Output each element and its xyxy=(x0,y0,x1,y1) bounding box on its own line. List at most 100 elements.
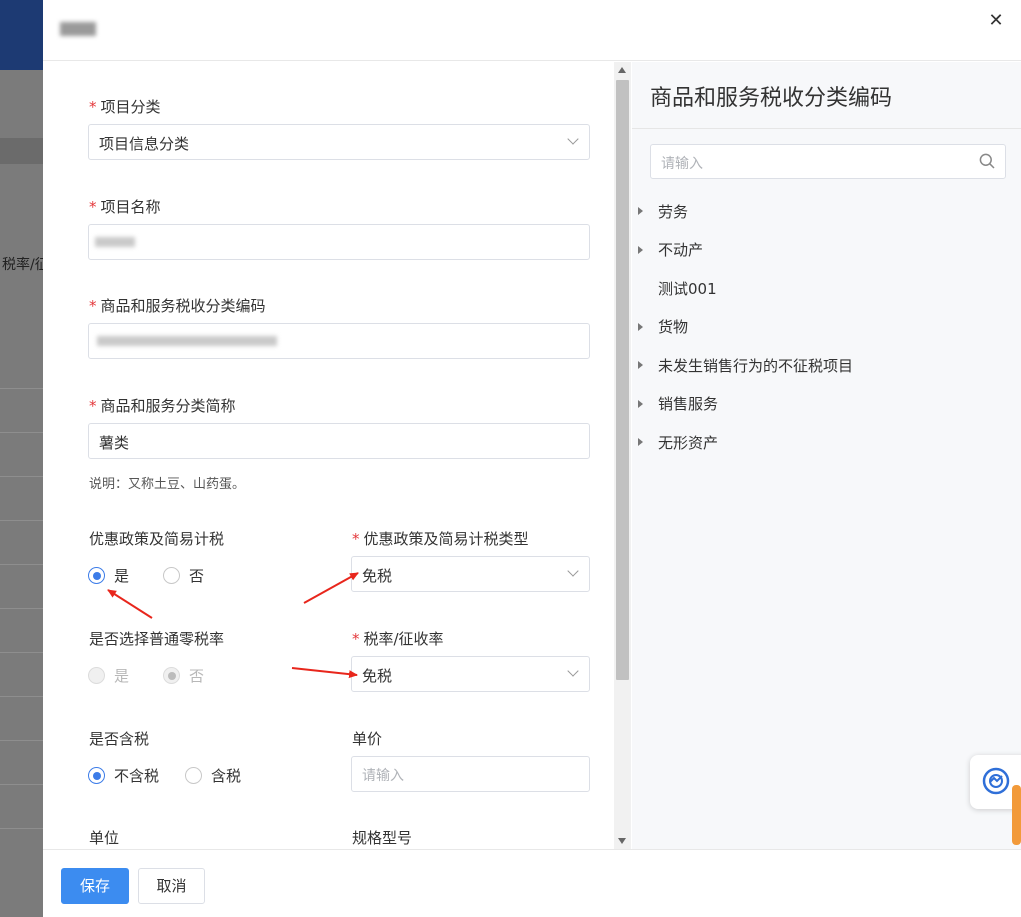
drawer-header: ✕ xyxy=(43,0,1021,61)
chevron-down-icon xyxy=(567,665,579,677)
panel-divider xyxy=(632,128,1021,129)
category-select[interactable]: 项目信息分类 xyxy=(88,124,590,160)
zero-rate-label: 是否选择普通零税率 xyxy=(89,630,225,648)
required-mark: * xyxy=(89,98,97,116)
required-mark: * xyxy=(89,198,97,216)
form-column: * 项目分类 项目信息分类 * 项目名称 * 商品和服务税收分类编码 * 商品和服务分类… xyxy=(43,62,631,849)
required-mark: * xyxy=(89,297,97,315)
tax-code-panel: 商品和服务税收分类编码 请输入 劳务不动产测试001 货物未发生销售行为的不征税项… xyxy=(632,62,1021,849)
preferential-type-label: * 优惠政策及简易计税类型 xyxy=(352,528,529,549)
search-icon[interactable] xyxy=(979,153,995,169)
cancel-button[interactable]: 取消 xyxy=(138,868,205,904)
short-name-input[interactable]: 薯类 xyxy=(88,423,590,459)
caret-right-icon[interactable] xyxy=(638,207,643,215)
tree-item[interactable]: 无形资产 xyxy=(638,430,718,454)
caret-right-icon[interactable] xyxy=(638,245,643,254)
tax-rate-label: * 税率/征收率 xyxy=(352,628,444,649)
chevron-down-icon xyxy=(567,133,579,145)
tax-code-input[interactable] xyxy=(88,323,590,359)
preferential-type-select[interactable]: 免税 xyxy=(351,556,590,592)
caret-right-icon[interactable] xyxy=(638,284,643,292)
preferential-yes-radio[interactable]: 是 xyxy=(88,565,129,586)
widget-accent xyxy=(1012,785,1021,845)
form-scrollbar[interactable] xyxy=(614,62,631,849)
tree-item-label: 销售服务 xyxy=(658,395,719,413)
name-value-redacted xyxy=(95,237,135,247)
radio-checked-icon xyxy=(88,767,105,784)
radio-unchecked-icon xyxy=(163,567,181,584)
scroll-down-icon[interactable] xyxy=(618,838,626,844)
radio-label: 含税 xyxy=(211,767,242,785)
edit-drawer: ✕ * 项目分类 项目信息分类 * 项目名称 * 商品和服务税收分类编码 * 商品和服务… xyxy=(43,0,1021,917)
chevron-down-icon xyxy=(567,565,579,577)
zero-rate-no-radio[interactable]: 否 xyxy=(163,665,204,686)
panel-search-placeholder: 请输入 xyxy=(661,156,703,172)
tree-item[interactable]: 测试001 xyxy=(638,276,717,300)
close-icon[interactable]: ✕ xyxy=(985,10,1007,32)
radio-label: 否 xyxy=(189,567,205,585)
tree-item-label: 货物 xyxy=(658,318,689,336)
panel-search-input[interactable]: 请输入 xyxy=(650,144,1006,179)
tree-item[interactable]: 不动产 xyxy=(638,238,703,262)
zero-rate-radio-group: 是 否 xyxy=(88,665,238,686)
radio-label: 是 xyxy=(114,667,130,685)
short-name-label: * 商品和服务分类简称 xyxy=(89,395,236,416)
category-select-value: 项目信息分类 xyxy=(99,135,190,153)
tax-code-value-redacted xyxy=(97,336,277,346)
required-mark: * xyxy=(352,630,360,648)
tree-item-label: 劳务 xyxy=(658,202,689,221)
short-name-value: 薯类 xyxy=(99,434,130,452)
caret-right-icon[interactable] xyxy=(638,361,643,369)
short-name-note: 说明：又称土豆、山药蛋。 xyxy=(89,477,246,492)
unit-price-input[interactable]: 请输入 xyxy=(351,756,590,792)
radio-checked-icon xyxy=(88,567,105,584)
tax-rate-value: 免税 xyxy=(362,667,393,685)
radio-disabled-icon xyxy=(88,667,105,684)
radio-label: 是 xyxy=(114,567,130,585)
preferential-radio-group: 是 否 xyxy=(88,565,238,586)
radio-label: 不含税 xyxy=(114,767,160,785)
tree-item-label: 不动产 xyxy=(658,241,704,259)
name-label: * 项目名称 xyxy=(89,196,161,217)
drawer-title-redacted xyxy=(60,22,96,36)
tree-item-label: 无形资产 xyxy=(658,433,719,452)
background-partial-label: 税率/征 xyxy=(2,257,49,273)
unit-label: 单位 xyxy=(89,829,120,847)
tax-code-label-text: 商品和服务税收分类编码 xyxy=(100,297,266,315)
tree-item[interactable]: 劳务 xyxy=(638,199,688,223)
tree-item[interactable]: 货物 xyxy=(638,315,688,339)
tree-item[interactable]: 未发生销售行为的不征税项目 xyxy=(638,353,853,377)
scroll-thumb[interactable] xyxy=(616,80,629,680)
save-button[interactable]: 保存 xyxy=(61,868,129,904)
tax-code-label: * 商品和服务税收分类编码 xyxy=(89,295,266,316)
unit-price-placeholder: 请输入 xyxy=(362,768,404,784)
radio-disabled-checked-icon xyxy=(163,667,181,684)
tax-excluded-radio[interactable]: 不含税 xyxy=(88,765,159,786)
unit-price-label: 单价 xyxy=(352,730,383,748)
tax-included-label: 是否含税 xyxy=(89,730,150,748)
panel-title: 商品和服务税收分类编码 xyxy=(650,86,893,111)
spec-label: 规格型号 xyxy=(352,829,413,847)
preferential-no-radio[interactable]: 否 xyxy=(163,565,204,586)
radio-unchecked-icon xyxy=(185,767,203,784)
tree-item-label: 测试001 xyxy=(658,279,717,298)
radio-label: 否 xyxy=(189,667,205,685)
tree-item-label: 未发生销售行为的不征税项目 xyxy=(658,356,854,375)
assistant-icon xyxy=(982,767,1010,795)
tree-item[interactable]: 销售服务 xyxy=(638,392,718,416)
short-name-label-text: 商品和服务分类简称 xyxy=(100,397,236,415)
required-mark: * xyxy=(89,397,97,415)
tax-included-radio[interactable]: 含税 xyxy=(185,765,241,786)
scroll-up-icon[interactable] xyxy=(618,67,626,73)
tax-included-radio-group: 不含税 含税 xyxy=(88,765,275,786)
tax-rate-select[interactable]: 免税 xyxy=(351,656,590,692)
zero-rate-yes-radio[interactable]: 是 xyxy=(88,665,129,686)
category-label-text: 项目分类 xyxy=(100,98,161,116)
caret-right-icon[interactable] xyxy=(638,399,643,408)
name-input[interactable] xyxy=(88,224,590,260)
drawer-footer: 保存 取消 xyxy=(43,849,1021,917)
preferential-label: 优惠政策及简易计税 xyxy=(89,530,225,548)
caret-right-icon[interactable] xyxy=(638,322,643,331)
required-mark: * xyxy=(352,530,360,548)
caret-right-icon[interactable] xyxy=(638,438,643,446)
